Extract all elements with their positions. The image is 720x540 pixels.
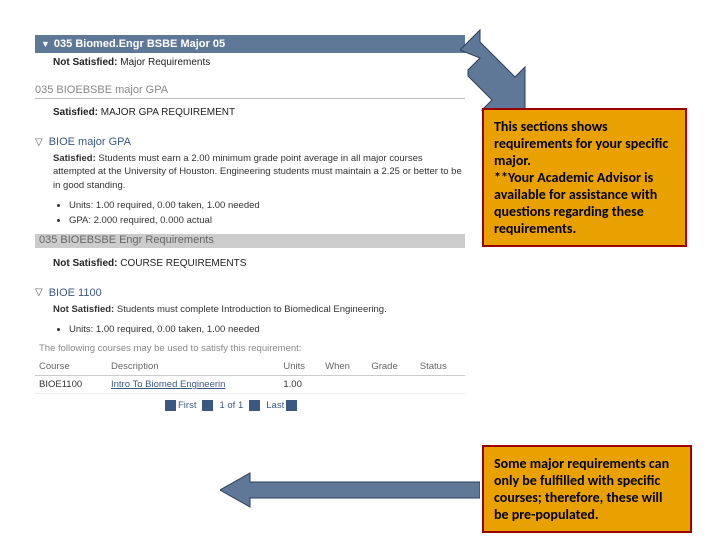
- collapse-triangle-icon[interactable]: ▽: [35, 137, 43, 148]
- cell-course: BIOE1100: [35, 376, 107, 394]
- body-satisfied-text: Students must earn a 2.00 minimum grade …: [53, 153, 462, 191]
- section-divider: 035 BIOEBSBE Engr Requirements: [35, 234, 465, 248]
- bioe-toggle-row[interactable]: ▽ BIOE 1100: [35, 287, 465, 299]
- gpa-row-title: BIOE major GPA: [49, 136, 131, 148]
- annotation-callout: Some major requirements can only be fulf…: [482, 445, 692, 533]
- not-satisfied-label: Not Satisfied:: [53, 57, 117, 68]
- course-link[interactable]: Intro To Biomed Engineerin: [111, 379, 225, 390]
- pager-first-button[interactable]: First: [165, 400, 196, 411]
- body-not-satisfied-text: Students must complete Introduction to B…: [117, 304, 387, 315]
- col-description: Description: [107, 358, 279, 376]
- not-satisfied-text: Major Requirements: [120, 57, 210, 68]
- first-page-icon: [165, 400, 176, 411]
- satisfied-label: Satisfied:: [53, 107, 98, 118]
- annotation-callout: This sections shows requirements for you…: [482, 108, 687, 247]
- body-not-satisfied-label: Not Satisfied:: [53, 304, 114, 315]
- col-status: Status: [416, 358, 465, 376]
- courses-table: Course Description Units When Grade Stat…: [35, 358, 465, 394]
- collapse-triangle-icon[interactable]: ▽: [35, 287, 43, 298]
- col-when: When: [321, 358, 367, 376]
- bullet-item: GPA: 2.000 required, 0.000 actual: [69, 215, 465, 226]
- cell-when: [321, 376, 367, 394]
- not-satisfied-text: COURSE REQUIREMENTS: [120, 258, 246, 269]
- courses-note: The following courses may be used to sat…: [35, 343, 465, 354]
- prev-page-icon: [202, 400, 213, 411]
- col-grade: Grade: [367, 358, 415, 376]
- last-page-icon: [286, 400, 297, 411]
- pager-next-button[interactable]: [249, 400, 260, 411]
- section-gpa-title: 035 BIOEBSBE major GPA: [35, 84, 465, 99]
- bullet-item: Units: 1.00 required, 0.00 taken, 1.00 n…: [69, 200, 465, 211]
- pager-prev-button[interactable]: [202, 400, 213, 411]
- satisfied-text: MAJOR GPA REQUIREMENT: [101, 107, 235, 118]
- annotation-arrow: [220, 470, 480, 510]
- pager-first-label: First: [178, 400, 196, 411]
- collapse-triangle-icon[interactable]: ▼: [41, 39, 50, 49]
- pager-last-button[interactable]: Last: [266, 400, 297, 411]
- cell-status: [416, 376, 465, 394]
- engr-req-title: 035 BIOEBSBE Engr Requirements: [35, 234, 218, 246]
- callout-text: This sections shows requirements for you…: [494, 118, 668, 237]
- annotation-arrow: [460, 25, 530, 115]
- gpa-toggle-row[interactable]: ▽ BIOE major GPA: [35, 136, 465, 148]
- not-satisfied-label: Not Satisfied:: [53, 258, 117, 269]
- gpa-bullets: Units: 1.00 required, 0.00 taken, 1.00 n…: [35, 200, 465, 226]
- table-row: BIOE1100 Intro To Biomed Engineerin 1.00: [35, 376, 465, 394]
- bioe-row-title: BIOE 1100: [49, 287, 102, 299]
- major-header-title: 035 Biomed.Engr BSBE Major 05: [54, 38, 225, 50]
- next-page-icon: [249, 400, 260, 411]
- pager-last-label: Last: [266, 400, 284, 411]
- cell-units: 1.00: [279, 376, 321, 394]
- major-header-bar[interactable]: ▼ 035 Biomed.Engr BSBE Major 05: [35, 35, 465, 53]
- degree-audit-panel: ▼ 035 Biomed.Engr BSBE Major 05 Not Sati…: [35, 35, 465, 411]
- pager: First 1 of 1 Last: [35, 400, 465, 411]
- pager-position: 1 of 1: [219, 400, 243, 411]
- col-units: Units: [279, 358, 321, 376]
- col-course: Course: [35, 358, 107, 376]
- body-satisfied-label: Satisfied:: [53, 153, 96, 164]
- callout-text: Some major requirements can only be fulf…: [494, 455, 669, 523]
- course-bullets: Units: 1.00 required, 0.00 taken, 1.00 n…: [35, 324, 465, 335]
- cell-grade: [367, 376, 415, 394]
- bullet-item: Units: 1.00 required, 0.00 taken, 1.00 n…: [69, 324, 465, 335]
